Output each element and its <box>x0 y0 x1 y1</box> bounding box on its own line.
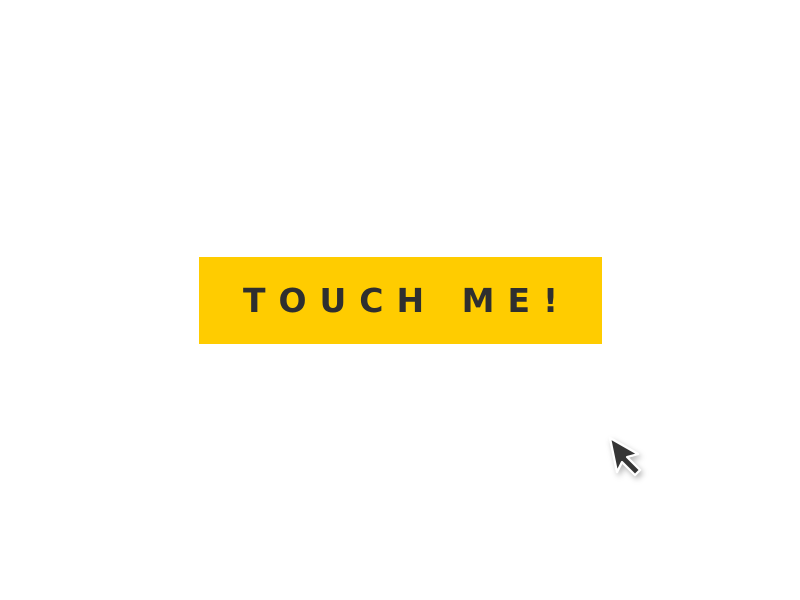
mouse-cursor-icon <box>607 436 645 478</box>
cursor-arrow-shape <box>608 436 642 477</box>
touch-me-button[interactable]: TOUCH ME! <box>199 257 602 344</box>
canvas: TOUCH ME! <box>0 0 800 600</box>
